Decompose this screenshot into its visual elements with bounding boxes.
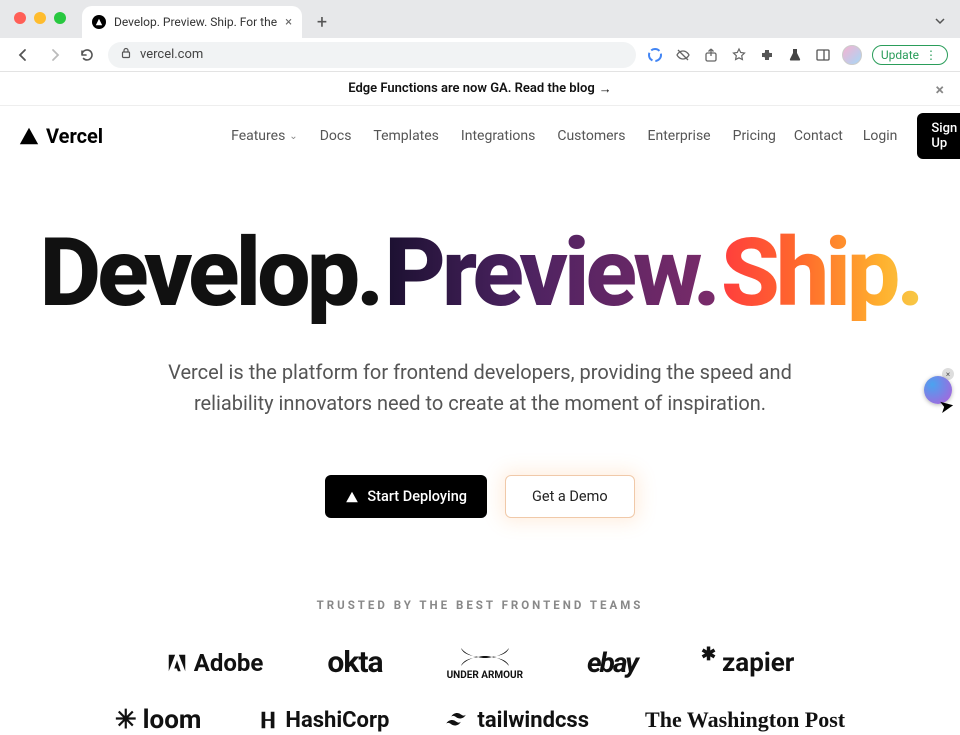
brand-tailwindcss: tailwindcss xyxy=(445,708,589,733)
hero-word-ship: Ship. xyxy=(721,226,921,321)
brand-adobe: Adobe xyxy=(166,649,264,677)
nav-login[interactable]: Login xyxy=(863,128,898,144)
new-tab-button[interactable]: + xyxy=(308,8,336,36)
share-icon[interactable] xyxy=(702,46,720,64)
window-controls xyxy=(14,12,66,24)
close-window-icon[interactable] xyxy=(14,12,26,24)
tabs-dropdown-icon[interactable] xyxy=(934,12,946,31)
nav-templates[interactable]: Templates xyxy=(373,128,439,144)
tab-title: Develop. Preview. Ship. For the xyxy=(114,15,277,29)
nav-pricing[interactable]: Pricing xyxy=(733,128,776,144)
hero-word-preview: Preview. xyxy=(384,226,717,321)
signup-button[interactable]: Sign Up xyxy=(917,113,960,159)
nav-enterprise[interactable]: Enterprise xyxy=(648,128,711,144)
address-bar[interactable]: vercel.com xyxy=(108,42,636,68)
profile-avatar[interactable] xyxy=(842,45,862,65)
panel-icon[interactable] xyxy=(814,46,832,64)
brand-hashicorp: HashiCorp xyxy=(257,708,389,733)
asterisk-icon: ✱ xyxy=(701,644,716,665)
close-tab-icon[interactable]: × xyxy=(285,16,292,29)
tailwind-icon xyxy=(445,711,471,729)
close-icon[interactable]: × xyxy=(936,80,945,99)
nav-integrations[interactable]: Integrations xyxy=(461,128,535,144)
update-label: Update xyxy=(881,48,919,62)
hero-word-develop: Develop. xyxy=(39,226,380,321)
forward-button[interactable] xyxy=(44,44,66,66)
nav-label: Features xyxy=(231,128,285,144)
hero-cta-row: Start Deploying Get a Demo xyxy=(30,475,930,518)
flask-icon[interactable] xyxy=(786,46,804,64)
cta-primary-label: Start Deploying xyxy=(367,488,467,505)
minimize-window-icon[interactable] xyxy=(34,12,46,24)
lock-icon xyxy=(120,47,132,63)
logo-text: Vercel xyxy=(46,124,103,148)
announcement-text: Edge Functions are now GA. Read the blog xyxy=(348,81,595,96)
brand-okta: okta xyxy=(327,645,382,680)
cta-secondary-label: Get a Demo xyxy=(532,488,608,505)
brand-ebay: ebay xyxy=(587,646,637,679)
hero-section: Develop. Preview. Ship. Vercel is the pl… xyxy=(0,166,960,735)
toolbar-right: Update ⋮ xyxy=(646,45,948,65)
adobe-icon xyxy=(166,652,188,674)
asterisk-icon: ✳ xyxy=(115,705,137,735)
under-armour-icon xyxy=(457,644,513,670)
brand-label: HashiCorp xyxy=(285,708,389,733)
reload-button[interactable] xyxy=(76,44,98,66)
hero-subtitle: Vercel is the platform for frontend deve… xyxy=(160,357,800,419)
brand-label: Adobe xyxy=(194,649,264,677)
browser-tab[interactable]: Develop. Preview. Ship. For the × xyxy=(82,6,302,38)
chevron-down-icon: ⌄ xyxy=(289,131,297,142)
brand-under-armour: UNDER ARMOUR xyxy=(447,644,523,681)
vercel-triangle-icon xyxy=(345,490,359,504)
eye-off-icon[interactable] xyxy=(674,46,692,64)
nav-customers[interactable]: Customers xyxy=(557,128,625,144)
brand-washington-post: The Washington Post xyxy=(645,707,845,733)
url-text: vercel.com xyxy=(140,47,203,62)
brand-zapier: ✱ zapier xyxy=(701,648,794,678)
logo-row-2: ✳ loom HashiCorp tailwindcss The Washing… xyxy=(30,705,930,735)
favicon-icon xyxy=(92,15,106,29)
brand-loom: ✳ loom xyxy=(115,705,202,735)
arrow-right-icon: → xyxy=(599,81,612,97)
kebab-icon: ⋮ xyxy=(925,48,937,62)
browser-tab-strip: Develop. Preview. Ship. For the × + xyxy=(0,0,960,38)
trusted-label: TRUSTED BY THE BEST FRONTEND TEAMS xyxy=(30,598,930,612)
hero-headline: Develop. Preview. Ship. xyxy=(30,226,930,321)
nav-features[interactable]: Features ⌄ xyxy=(231,128,298,144)
brand-label: tailwindcss xyxy=(477,708,589,733)
start-deploying-button[interactable]: Start Deploying xyxy=(325,475,487,518)
cursor-icon: ➤ xyxy=(937,395,956,418)
nav-contact[interactable]: Contact xyxy=(794,128,843,144)
update-button[interactable]: Update ⋮ xyxy=(872,45,948,65)
hashicorp-icon xyxy=(257,709,279,731)
header-right: Contact Login Sign Up xyxy=(794,113,960,159)
extensions-icon[interactable] xyxy=(758,46,776,64)
logo[interactable]: Vercel xyxy=(18,124,103,148)
vercel-triangle-icon xyxy=(18,125,40,147)
brand-label: zapier xyxy=(722,648,794,678)
brand-label: UNDER ARMOUR xyxy=(447,670,523,681)
main-nav: Features ⌄ Docs Templates Integrations C… xyxy=(231,128,776,144)
back-button[interactable] xyxy=(12,44,34,66)
nav-docs[interactable]: Docs xyxy=(320,128,352,144)
announcement-bar[interactable]: Edge Functions are now GA. Read the blog… xyxy=(0,72,960,106)
google-icon[interactable] xyxy=(646,46,664,64)
bookmark-star-icon[interactable] xyxy=(730,46,748,64)
get-demo-button[interactable]: Get a Demo xyxy=(505,475,635,518)
logo-row-1: Adobe okta UNDER ARMOUR ebay ✱ zapier xyxy=(30,644,930,681)
brand-label: loom xyxy=(143,705,202,735)
browser-toolbar: vercel.com Update ⋮ xyxy=(0,38,960,72)
maximize-window-icon[interactable] xyxy=(54,12,66,24)
trusted-section: TRUSTED BY THE BEST FRONTEND TEAMS Adobe… xyxy=(30,598,930,735)
site-header: Vercel Features ⌄ Docs Templates Integra… xyxy=(0,106,960,166)
